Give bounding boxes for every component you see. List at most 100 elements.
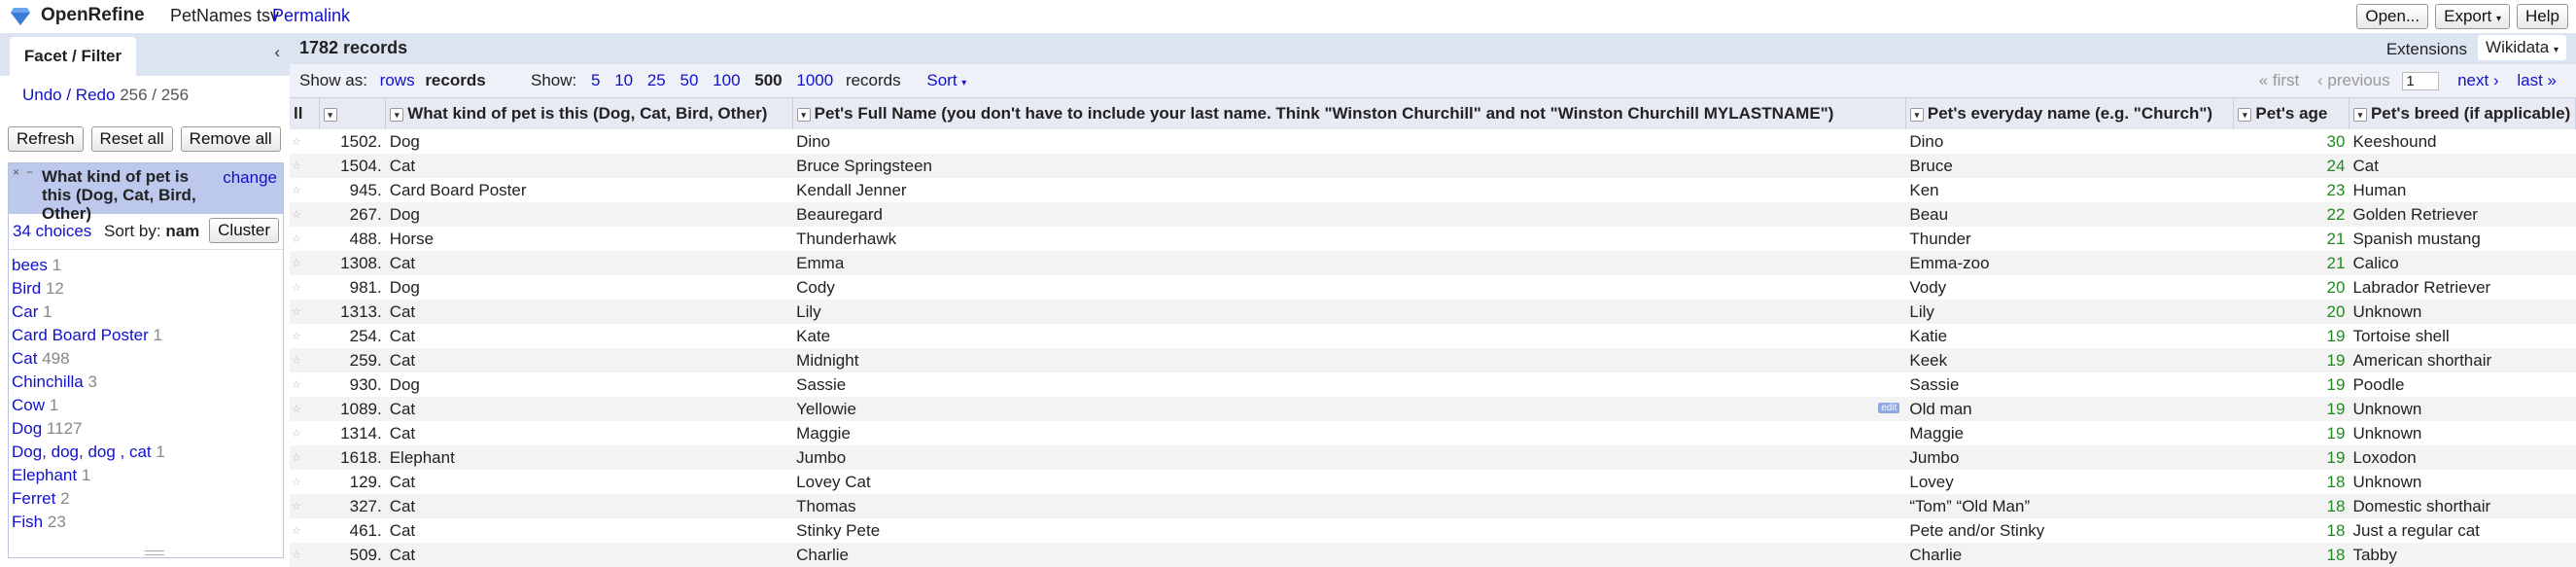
- cell-everyday-name[interactable]: Dino: [1905, 129, 2234, 154]
- wikidata-menu[interactable]: Wikidata ▾: [2478, 35, 2566, 60]
- cell-kind[interactable]: Cat: [385, 348, 793, 372]
- last-page-link[interactable]: last »: [2517, 71, 2557, 89]
- cell-full-name[interactable]: Dino: [792, 129, 1905, 154]
- column-menu-icon[interactable]: ▾: [390, 107, 404, 122]
- permalink-link[interactable]: Permalink: [272, 6, 350, 26]
- cell-full-name[interactable]: Lily: [792, 300, 1906, 324]
- star-flag-icon[interactable]: ☆: [290, 372, 319, 397]
- cell-kind[interactable]: Dog: [386, 129, 792, 154]
- project-name[interactable]: PetNames tsv: [170, 6, 279, 26]
- column-header-breed[interactable]: ▾ Pet's breed (if applicable): [2349, 98, 2576, 129]
- column-menu-icon[interactable]: ▾: [1909, 107, 1924, 122]
- cell-age[interactable]: 19: [2233, 445, 2350, 470]
- cell-full-name[interactable]: Cody: [792, 275, 1905, 300]
- previous-page-link[interactable]: ‹ previous: [2317, 71, 2390, 89]
- cell-age[interactable]: 20: [2233, 300, 2350, 324]
- cell-breed[interactable]: Unknown: [2349, 300, 2576, 324]
- column-header-full-name[interactable]: ▾ Pet's Full Name (you don't have to incl…: [792, 98, 1906, 129]
- cell-full-name[interactable]: Midnight: [792, 348, 1906, 372]
- facet-choice[interactable]: Elephant 1: [12, 464, 280, 487]
- cell-everyday-name[interactable]: Ken: [1905, 178, 2234, 202]
- facet-choice[interactable]: Card Board Poster 1: [12, 324, 280, 347]
- undo-redo-label[interactable]: Undo / Redo: [22, 86, 115, 104]
- cell-everyday-name[interactable]: Vody: [1905, 275, 2234, 300]
- facet-choice-label[interactable]: Ferret: [12, 489, 55, 508]
- facet-choice[interactable]: Cat 498: [12, 347, 280, 371]
- cell-kind[interactable]: Elephant: [385, 445, 793, 470]
- refresh-button[interactable]: Refresh: [8, 126, 84, 152]
- cell-age[interactable]: 18: [2234, 518, 2350, 543]
- cell-kind[interactable]: Cat: [386, 421, 792, 445]
- next-page-link[interactable]: next ›: [2457, 71, 2499, 89]
- page-size-25[interactable]: 25: [647, 71, 666, 89]
- undo-redo-tab[interactable]: Undo / Redo 256 / 256: [22, 86, 189, 105]
- page-size-100[interactable]: 100: [713, 71, 740, 89]
- cell-breed[interactable]: Domestic shorthair: [2349, 494, 2576, 518]
- star-flag-icon[interactable]: ☆: [290, 129, 319, 154]
- cell-full-name[interactable]: Kate: [792, 324, 1905, 348]
- rows-mode-link[interactable]: rows: [380, 71, 415, 89]
- cell-age[interactable]: 24: [2233, 154, 2350, 178]
- cell-breed[interactable]: American shorthair: [2349, 348, 2576, 372]
- cell-everyday-name[interactable]: Lily: [1905, 300, 2234, 324]
- facet-choice-label[interactable]: Dog: [12, 419, 42, 438]
- cell-age[interactable]: 18: [2233, 494, 2350, 518]
- column-menu-icon[interactable]: ▾: [796, 107, 811, 122]
- close-icon[interactable]: ×: [13, 165, 19, 179]
- cell-age[interactable]: 19: [2234, 421, 2350, 445]
- column-menu-icon[interactable]: ▾: [2238, 107, 2252, 122]
- cell-age[interactable]: 18: [2233, 543, 2350, 567]
- page-size-1000[interactable]: 1000: [796, 71, 833, 89]
- cell-breed[interactable]: Calico: [2349, 251, 2576, 275]
- tab-facet-filter[interactable]: Facet / Filter: [10, 37, 136, 76]
- cell-age[interactable]: 20: [2234, 275, 2350, 300]
- cell-everyday-name[interactable]: Keek: [1905, 348, 2234, 372]
- cell-everyday-name[interactable]: Old man: [1905, 397, 2234, 421]
- star-flag-icon[interactable]: ☆: [290, 324, 319, 348]
- cell-full-name[interactable]: Sassie: [792, 372, 1905, 397]
- cell-age[interactable]: 19: [2233, 348, 2350, 372]
- facet-choice[interactable]: Dog, dog, dog , cat 1: [12, 441, 280, 464]
- cell-full-name[interactable]: Lovey Cat: [792, 470, 1905, 494]
- star-flag-icon[interactable]: ☆: [290, 300, 320, 324]
- star-flag-icon[interactable]: ☆: [290, 227, 319, 251]
- page-size-10[interactable]: 10: [614, 71, 633, 89]
- page-size-5[interactable]: 5: [591, 71, 600, 89]
- cell-age[interactable]: 30: [2234, 129, 2350, 154]
- cell-everyday-name[interactable]: Charlie: [1905, 543, 2234, 567]
- cell-age[interactable]: 23: [2234, 178, 2350, 202]
- cell-full-name[interactable]: Thomas: [792, 494, 1906, 518]
- cell-age[interactable]: 21: [2234, 227, 2350, 251]
- resize-handle[interactable]: [145, 550, 164, 555]
- facet-choice-label[interactable]: Fish: [12, 513, 43, 531]
- cell-breed[interactable]: Tabby: [2349, 543, 2576, 567]
- facet-choice[interactable]: Chinchilla 3: [12, 371, 280, 394]
- cell-age[interactable]: 19: [2234, 324, 2350, 348]
- cell-kind[interactable]: Dog: [386, 275, 792, 300]
- star-flag-icon[interactable]: ☆: [290, 518, 319, 543]
- cell-full-name[interactable]: Beauregard: [792, 202, 1906, 227]
- star-flag-icon[interactable]: ☆: [290, 421, 319, 445]
- cell-breed[interactable]: Spanish mustang: [2349, 227, 2575, 251]
- cell-kind[interactable]: Cat: [386, 470, 792, 494]
- cell-breed[interactable]: Unknown: [2349, 397, 2576, 421]
- cell-kind[interactable]: Dog: [386, 372, 792, 397]
- cell-full-name[interactable]: Charlie: [792, 543, 1906, 567]
- facet-choice[interactable]: Dog 1127: [12, 417, 280, 441]
- facet-choice[interactable]: Fish 23: [12, 511, 280, 534]
- cell-kind[interactable]: Cat: [385, 397, 793, 421]
- facet-choice-label[interactable]: bees: [12, 256, 48, 274]
- facet-choices-count[interactable]: 34 choices: [13, 222, 91, 241]
- cell-breed[interactable]: Golden Retriever: [2349, 202, 2576, 227]
- facet-choice[interactable]: Ferret 2: [12, 487, 280, 511]
- first-page-link[interactable]: « first: [2259, 71, 2300, 89]
- cell-kind[interactable]: Cat: [385, 251, 793, 275]
- cell-kind[interactable]: Cat: [385, 300, 793, 324]
- cell-full-name[interactable]: Stinky Pete: [792, 518, 1905, 543]
- star-flag-icon[interactable]: ☆: [290, 470, 319, 494]
- cell-breed[interactable]: Keeshound: [2349, 129, 2575, 154]
- cell-full-name[interactable]: Bruce Springsteen: [792, 154, 1906, 178]
- cell-kind[interactable]: Cat: [386, 324, 792, 348]
- facet-choice-label[interactable]: Chinchilla: [12, 372, 84, 391]
- cell-kind[interactable]: Card Board Poster: [386, 178, 792, 202]
